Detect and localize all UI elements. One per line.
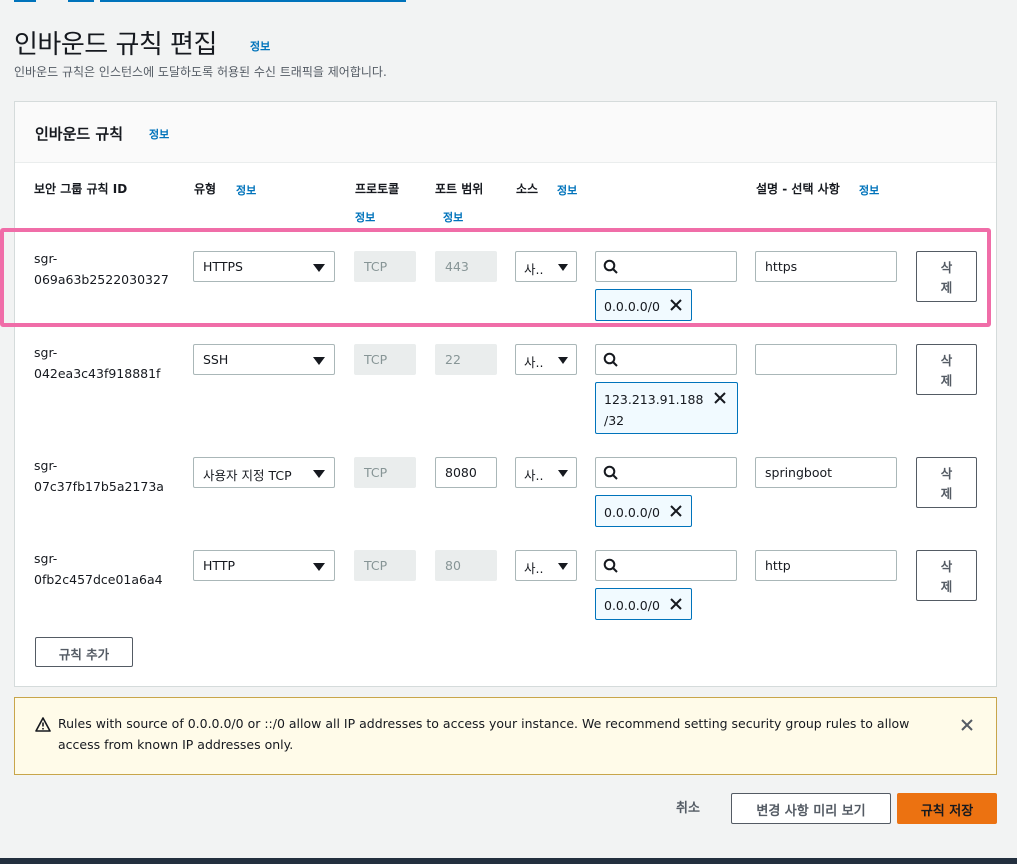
close-icon[interactable]	[713, 391, 727, 405]
delete-button[interactable]: 삭 제	[916, 550, 977, 601]
page-title: 인바운드 규칙 편집	[14, 30, 217, 60]
search-icon	[603, 465, 618, 480]
preview-changes-button[interactable]: 변경 사항 미리 보기	[731, 793, 891, 824]
description-input[interactable]: http	[755, 550, 897, 581]
panel-header: 인바운드 규칙 정보	[15, 102, 996, 163]
caret-down-icon	[558, 357, 568, 364]
column-header-type: 유형	[194, 182, 217, 196]
panel-info-link[interactable]: 정보	[149, 126, 169, 142]
close-icon[interactable]	[669, 597, 683, 611]
type-select[interactable]: SSH	[193, 344, 335, 375]
delete-button[interactable]: 삭 제	[916, 457, 977, 508]
protocol-field: TCP	[354, 550, 416, 581]
column-header-protocol: 프로토콜	[355, 182, 400, 196]
breadcrumb	[0, 0, 420, 3]
column-header-port-range: 포트 범위	[435, 182, 484, 196]
description-input[interactable]: springboot	[755, 457, 897, 488]
warning-icon	[35, 717, 51, 732]
source-search-input[interactable]	[595, 344, 737, 375]
close-icon[interactable]	[960, 718, 974, 732]
port-info-link[interactable]: 정보	[443, 209, 463, 225]
cancel-button[interactable]: 취소	[676, 797, 700, 816]
source-search-input[interactable]	[595, 550, 737, 581]
port-range-input[interactable]: 8080	[435, 457, 497, 488]
search-icon	[603, 558, 618, 573]
source-token: 0.0.0.0/0	[595, 588, 692, 620]
rule-id: sgr- 042ea3c43f918881f	[34, 345, 161, 381]
panel-title: 인바운드 규칙	[35, 125, 124, 143]
warning-text: Rules with source of 0.0.0.0/0 or ::/0 a…	[58, 716, 910, 752]
caret-down-icon	[313, 563, 325, 571]
port-range-field: 80	[435, 550, 497, 581]
caret-down-icon	[313, 470, 325, 478]
type-select[interactable]: HTTP	[193, 550, 335, 581]
type-select[interactable]: 사용자 지정 TCP	[193, 457, 335, 488]
type-info-link[interactable]: 정보	[236, 182, 256, 198]
port-range-field: 22	[435, 344, 497, 375]
rule-id: sgr- 0fb2c457dce01a6a4	[34, 551, 163, 587]
source-type-select[interactable]: 사..	[515, 550, 577, 581]
column-header-source: 소스	[516, 182, 539, 196]
protocol-field: TCP	[354, 344, 416, 375]
caret-down-icon	[558, 470, 568, 477]
caret-down-icon	[313, 357, 325, 365]
source-info-link[interactable]: 정보	[557, 182, 577, 198]
highlighted-rule-row	[0, 228, 991, 327]
close-icon[interactable]	[669, 504, 683, 518]
inbound-rules-panel: 인바운드 규칙 정보 보안 그룹 규칙 ID 유형 정보 프로토콜 정보 포트 …	[14, 101, 997, 687]
source-token: 0.0.0.0/0	[595, 495, 692, 527]
column-header-description: 설명 - 선택 사항	[756, 182, 840, 196]
description-info-link[interactable]: 정보	[859, 182, 879, 198]
page-info-link[interactable]: 정보	[250, 38, 270, 54]
protocol-info-link[interactable]: 정보	[355, 209, 375, 225]
column-header-rule-id: 보안 그룹 규칙 ID	[34, 182, 128, 196]
caret-down-icon	[558, 563, 568, 570]
source-type-select[interactable]: 사..	[515, 457, 577, 488]
add-rule-button[interactable]: 규칙 추가	[35, 637, 133, 667]
delete-button[interactable]: 삭 제	[916, 344, 977, 395]
footer-bar	[0, 858, 1017, 864]
source-type-select[interactable]: 사..	[515, 344, 577, 375]
source-token: 123.213.91.188 /32	[595, 382, 738, 434]
save-rules-button[interactable]: 규칙 저장	[897, 793, 997, 824]
source-search-input[interactable]	[595, 457, 737, 488]
description-input[interactable]	[755, 344, 897, 375]
protocol-field: TCP	[354, 457, 416, 488]
rule-id: sgr- 07c37fb17b5a2173a	[34, 458, 164, 494]
search-icon	[603, 352, 618, 367]
warning-alert: Rules with source of 0.0.0.0/0 or ::/0 a…	[14, 697, 997, 775]
page-description: 인바운드 규칙은 인스턴스에 도달하도록 허용된 수신 트래픽을 제어합니다.	[14, 65, 387, 79]
